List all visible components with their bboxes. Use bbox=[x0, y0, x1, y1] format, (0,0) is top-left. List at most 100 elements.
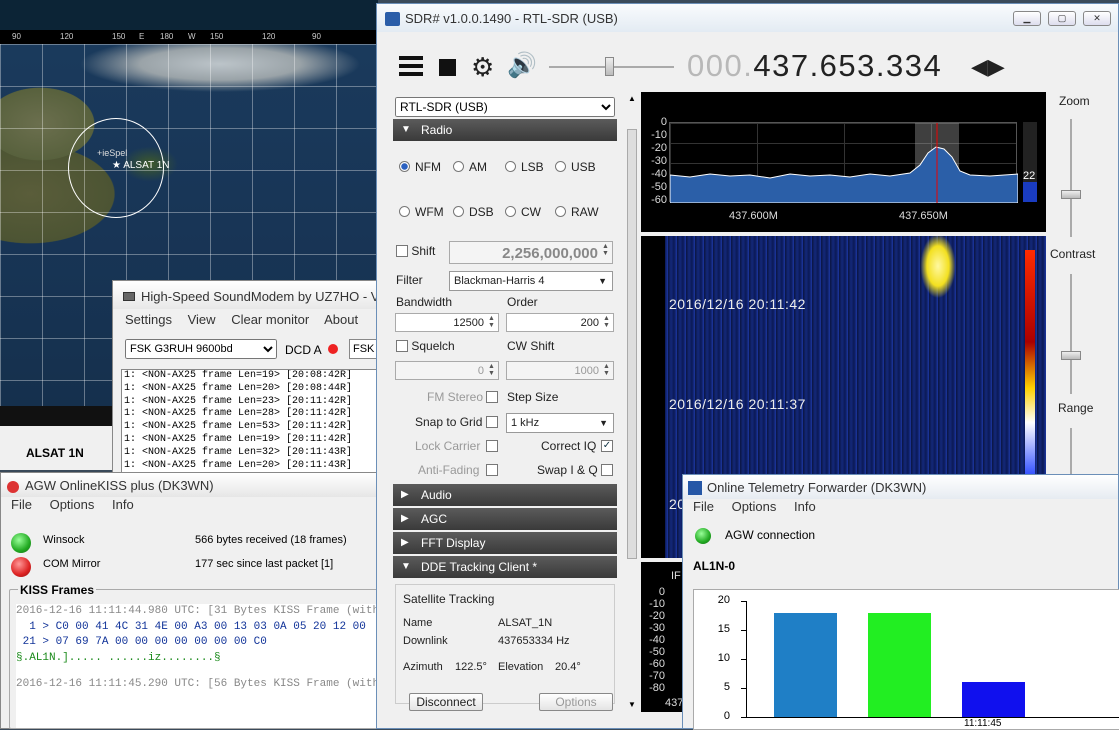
correct-iq-checkbox[interactable]: ✓ bbox=[601, 440, 613, 452]
menu-info[interactable]: Info bbox=[112, 497, 134, 512]
menu-options[interactable]: Options bbox=[732, 499, 777, 514]
sdr-titlebar[interactable]: SDR# v1.0.0.1490 - RTL-SDR (USB) bbox=[377, 4, 1118, 32]
scroll-up-icon[interactable]: ▲ bbox=[628, 94, 636, 103]
y-tick: -60 bbox=[649, 658, 665, 670]
zoom-slider-thumb[interactable] bbox=[1061, 190, 1081, 199]
menu-options[interactable]: Options bbox=[50, 497, 95, 512]
contrast-slider-thumb[interactable] bbox=[1061, 351, 1081, 360]
cw-shift-input[interactable]: 1000 ▲ ▼ bbox=[506, 361, 614, 380]
tune-arrows-icon[interactable]: ◀▶ bbox=[971, 54, 1005, 80]
mode-raw[interactable]: RAW bbox=[555, 205, 599, 219]
section-fft-display[interactable]: ▶ FFT Display bbox=[393, 532, 617, 554]
section-dde-tracking[interactable]: ▼ DDE Tracking Client * bbox=[393, 556, 617, 578]
control-panel: RTL-SDR (USB) ▼ Radio NFM AM LSB USB WFM … bbox=[391, 94, 623, 724]
spinner-icon[interactable]: ▲ ▼ bbox=[486, 315, 497, 329]
spinner-icon[interactable]: ▲ ▼ bbox=[600, 243, 611, 257]
stop-icon[interactable] bbox=[439, 59, 456, 76]
bandwidth-input[interactable]: 12500 ▲ ▼ bbox=[395, 313, 499, 332]
close-button[interactable]: ✕ bbox=[1083, 11, 1111, 26]
minimize-button[interactable]: ▁ bbox=[1013, 11, 1041, 26]
mode-label: RAW bbox=[571, 205, 599, 219]
scroll-down-icon[interactable]: ▼ bbox=[628, 700, 636, 709]
agw-titlebar[interactable]: AGW OnlineKISS plus (DK3WN) bbox=[1, 473, 377, 497]
cw-shift-value: 1000 bbox=[574, 365, 599, 377]
section-radio[interactable]: ▼ Radio bbox=[393, 119, 617, 141]
step-size-select[interactable]: 1 kHz ▼ bbox=[506, 413, 614, 433]
section-agc[interactable]: ▶ AGC bbox=[393, 508, 617, 530]
maximize-button[interactable]: ▢ bbox=[1048, 11, 1076, 26]
menu-clear-monitor[interactable]: Clear monitor bbox=[231, 312, 309, 327]
menu-file[interactable]: File bbox=[693, 499, 714, 514]
shift-checkbox[interactable]: Shift bbox=[396, 244, 435, 258]
spinner-icon[interactable]: ▲ ▼ bbox=[486, 363, 497, 377]
modem-select[interactable]: FSK G3RUH 9600bd bbox=[125, 339, 277, 359]
volume-slider-thumb[interactable] bbox=[605, 57, 614, 76]
spinner-icon[interactable]: ▲ ▼ bbox=[601, 315, 612, 329]
section-label: DDE Tracking Client * bbox=[421, 560, 538, 574]
dde-azimuth-value: 122.5° bbox=[455, 661, 487, 673]
bandwidth-label: Bandwidth bbox=[396, 295, 453, 309]
swap-iq-checkbox[interactable] bbox=[601, 464, 613, 476]
scrollbar-thumb[interactable] bbox=[627, 129, 637, 559]
y-tick: -30 bbox=[649, 622, 665, 634]
frequency-display[interactable]: 000.437.653.334 bbox=[687, 48, 942, 84]
device-select[interactable]: RTL-SDR (USB) bbox=[395, 97, 615, 117]
hamburger-menu-icon[interactable] bbox=[399, 56, 423, 76]
order-input[interactable]: 200 ▲ ▼ bbox=[506, 313, 614, 332]
volume-slider[interactable] bbox=[549, 57, 674, 76]
kiss-frames-log[interactable]: 2016-12-16 11:11:44.980 UTC: [31 Bytes K… bbox=[16, 604, 376, 728]
winsock-status: 566 bytes received (18 frames) bbox=[195, 534, 347, 546]
spinner-icon[interactable]: ▲ ▼ bbox=[601, 363, 612, 377]
mode-nfm[interactable]: NFM bbox=[399, 160, 441, 174]
checkbox-icon bbox=[396, 340, 408, 352]
squelch-checkbox[interactable]: Squelch bbox=[396, 339, 455, 353]
snap-to-grid-checkbox[interactable] bbox=[486, 416, 498, 428]
menu-info[interactable]: Info bbox=[794, 499, 816, 514]
window-title: AGW OnlineKISS plus (DK3WN) bbox=[25, 478, 214, 493]
disconnect-button[interactable]: Disconnect bbox=[409, 693, 483, 711]
menu-about[interactable]: About bbox=[324, 312, 358, 327]
filter-select[interactable]: Blackman-Harris 4 ▼ bbox=[449, 271, 613, 291]
contrast-slider[interactable] bbox=[1070, 274, 1072, 394]
dde-options-button[interactable]: Options bbox=[539, 693, 613, 711]
zoom-slider[interactable] bbox=[1070, 119, 1072, 237]
menu-settings[interactable]: Settings bbox=[125, 312, 172, 327]
section-audio[interactable]: ▶ Audio bbox=[393, 484, 617, 506]
soundmodem-log[interactable]: 1: <NON-AX25 frame Len=19> [20:08:42R] 1:… bbox=[121, 369, 383, 475]
speaker-icon[interactable]: 🔊 bbox=[507, 53, 537, 79]
gear-icon[interactable]: ⚙ bbox=[471, 54, 494, 80]
anti-fading-checkbox[interactable] bbox=[486, 464, 498, 476]
collapsed-arrow-icon: ▶ bbox=[401, 513, 409, 524]
bandwidth-value: 12500 bbox=[453, 317, 484, 329]
y-tick: -30 bbox=[651, 155, 667, 167]
menu-file[interactable]: File bbox=[11, 497, 32, 512]
mode-am[interactable]: AM bbox=[453, 160, 487, 174]
y-tick: -60 bbox=[651, 194, 667, 206]
mode-usb[interactable]: USB bbox=[555, 160, 596, 174]
longitude-tick: 120 bbox=[262, 32, 276, 41]
mode-wfm[interactable]: WFM bbox=[399, 205, 444, 219]
mode-label: LSB bbox=[521, 160, 544, 174]
mode-cw[interactable]: CW bbox=[505, 205, 541, 219]
soundmodem-titlebar[interactable]: High-Speed SoundModem by UZ7HO - V bbox=[113, 281, 377, 309]
waterfall-left-strip bbox=[641, 236, 665, 558]
step-size-label: Step Size bbox=[507, 390, 559, 404]
range-slider[interactable] bbox=[1070, 428, 1072, 474]
mode-lsb[interactable]: LSB bbox=[505, 160, 544, 174]
otf-titlebar[interactable]: Online Telemetry Forwarder (DK3WN) bbox=[683, 475, 1118, 499]
lock-carrier-checkbox[interactable] bbox=[486, 440, 498, 452]
squelch-input[interactable]: 0 ▲ ▼ bbox=[395, 361, 499, 380]
shift-value: 2,256,000,000 bbox=[502, 245, 598, 262]
log-line: 2016-12-16 11:11:45.290 UTC: [56 Bytes K… bbox=[16, 678, 376, 690]
radio-icon bbox=[555, 206, 566, 217]
mode-dsb[interactable]: DSB bbox=[453, 205, 494, 219]
collapsed-arrow-icon: ▶ bbox=[401, 537, 409, 548]
spectrum-display[interactable]: 0 -10 -20 -30 -40 -50 -60 437.600M 437.6… bbox=[641, 92, 1046, 232]
y-tick: -80 bbox=[649, 682, 665, 694]
spectrum-plot bbox=[669, 122, 1018, 203]
fm-stereo-checkbox[interactable] bbox=[486, 391, 498, 403]
panel-scrollbar[interactable]: ▲ ▼ bbox=[625, 94, 639, 710]
longitude-tick: 90 bbox=[12, 32, 21, 41]
shift-input[interactable]: 2,256,000,000 ▲ ▼ bbox=[449, 241, 613, 264]
menu-view[interactable]: View bbox=[188, 312, 216, 327]
